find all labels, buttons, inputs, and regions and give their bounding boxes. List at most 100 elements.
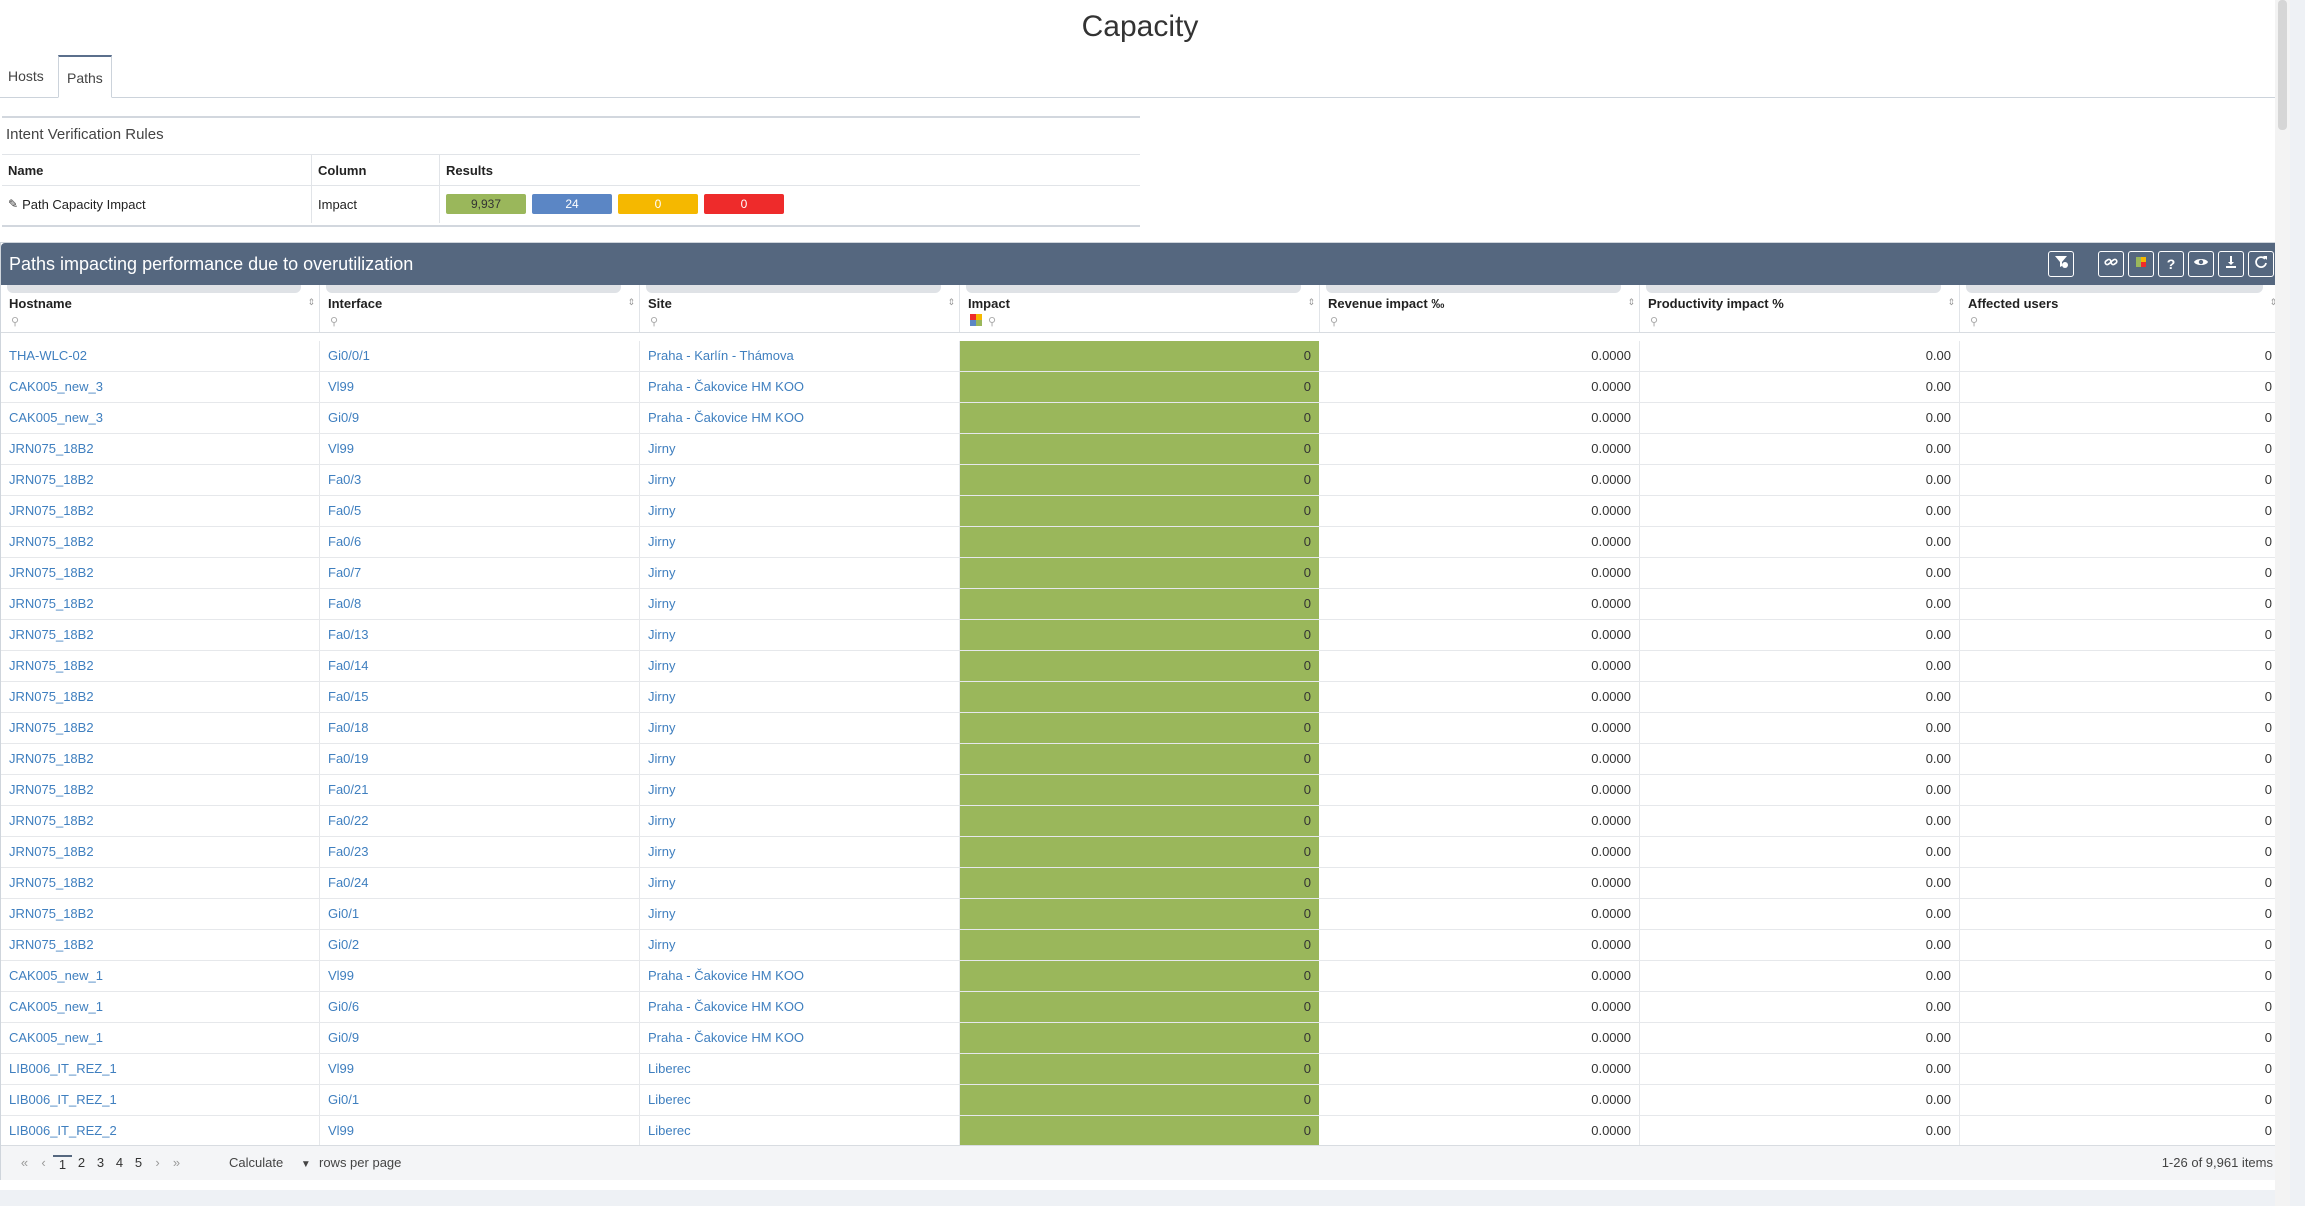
- page-4[interactable]: 4: [110, 1155, 129, 1172]
- filter-interface[interactable]: ⚲: [320, 311, 640, 333]
- cell-site[interactable]: Jirny: [640, 651, 960, 681]
- cell-hostname[interactable]: JRN075_18B2: [1, 806, 320, 836]
- cell-hostname[interactable]: JRN075_18B2: [1, 527, 320, 557]
- table-row[interactable]: JRN075_18B2 Fa0/19 Jirny 0 0.0000 0.00 0: [1, 744, 2281, 775]
- table-row[interactable]: JRN075_18B2 Fa0/21 Jirny 0 0.0000 0.00 0: [1, 775, 2281, 806]
- table-row[interactable]: JRN075_18B2 Fa0/13 Jirny 0 0.0000 0.00 0: [1, 620, 2281, 651]
- cell-hostname[interactable]: JRN075_18B2: [1, 744, 320, 774]
- page-5[interactable]: 5: [129, 1155, 148, 1172]
- cell-hostname[interactable]: LIB006_IT_REZ_2: [1, 1116, 320, 1146]
- cell-site[interactable]: Jirny: [640, 434, 960, 464]
- color-filter-icon[interactable]: [970, 314, 982, 326]
- cell-site[interactable]: Liberec: [640, 1116, 960, 1146]
- cell-interface[interactable]: Gi0/1: [320, 899, 640, 929]
- cell-hostname[interactable]: CAK005_new_1: [1, 992, 320, 1022]
- result-pill-blue[interactable]: 24: [532, 194, 612, 214]
- cell-hostname[interactable]: LIB006_IT_REZ_1: [1, 1085, 320, 1115]
- cell-interface[interactable]: Vl99: [320, 1054, 640, 1084]
- cell-site[interactable]: Jirny: [640, 775, 960, 805]
- cell-hostname[interactable]: CAK005_new_1: [1, 961, 320, 991]
- refresh-icon[interactable]: [2248, 251, 2274, 277]
- table-row[interactable]: JRN075_18B2 Fa0/5 Jirny 0 0.0000 0.00 0: [1, 496, 2281, 527]
- sort-icon[interactable]: ⇕: [947, 297, 955, 308]
- cell-hostname[interactable]: JRN075_18B2: [1, 775, 320, 805]
- cell-interface[interactable]: Gi0/9: [320, 403, 640, 433]
- sort-icon[interactable]: ⇕: [307, 297, 315, 308]
- page-3[interactable]: 3: [91, 1155, 110, 1172]
- ivr-rule-row[interactable]: ✎ Path Capacity Impact Impact 9,937 24 0…: [2, 185, 1140, 223]
- cell-interface[interactable]: Gi0/1: [320, 1085, 640, 1115]
- column-header-impact[interactable]: Impact ⇕: [960, 285, 1320, 311]
- cell-site[interactable]: Praha - Karlín - Thámova: [640, 341, 960, 371]
- cell-interface[interactable]: Vl99: [320, 1116, 640, 1146]
- cell-interface[interactable]: Fa0/3: [320, 465, 640, 495]
- cell-site[interactable]: Jirny: [640, 868, 960, 898]
- eye-icon[interactable]: [2188, 251, 2214, 277]
- cell-hostname[interactable]: CAK005_new_3: [1, 372, 320, 402]
- cell-interface[interactable]: Fa0/23: [320, 837, 640, 867]
- column-header-revenue-impact[interactable]: Revenue impact ‰ ⇕: [1320, 285, 1640, 311]
- cell-site[interactable]: Jirny: [640, 465, 960, 495]
- cell-interface[interactable]: Vl99: [320, 372, 640, 402]
- last-page-icon[interactable]: »: [167, 1155, 186, 1172]
- cell-hostname[interactable]: JRN075_18B2: [1, 465, 320, 495]
- cell-site[interactable]: Praha - Čakovice HM KOO: [640, 372, 960, 402]
- cell-hostname[interactable]: JRN075_18B2: [1, 589, 320, 619]
- cell-interface[interactable]: Fa0/6: [320, 527, 640, 557]
- result-pill-green[interactable]: 9,937: [446, 194, 526, 214]
- cell-site[interactable]: Praha - Čakovice HM KOO: [640, 992, 960, 1022]
- prev-page-icon[interactable]: ‹: [34, 1155, 53, 1172]
- filter-impact[interactable]: ⚲: [960, 311, 1320, 333]
- cell-interface[interactable]: Fa0/24: [320, 868, 640, 898]
- cell-site[interactable]: Jirny: [640, 558, 960, 588]
- cell-interface[interactable]: Fa0/7: [320, 558, 640, 588]
- table-row[interactable]: JRN075_18B2 Gi0/2 Jirny 0 0.0000 0.00 0: [1, 930, 2281, 961]
- cell-site[interactable]: Jirny: [640, 930, 960, 960]
- first-page-icon[interactable]: «: [15, 1155, 34, 1172]
- page-scrollbar[interactable]: [2275, 0, 2290, 1206]
- table-row[interactable]: THA-WLC-02 Gi0/0/1 Praha - Karlín - Thámov…: [1, 341, 2281, 372]
- cell-site[interactable]: Liberec: [640, 1085, 960, 1115]
- cell-hostname[interactable]: JRN075_18B2: [1, 620, 320, 650]
- cell-site[interactable]: Jirny: [640, 589, 960, 619]
- cell-site[interactable]: Jirny: [640, 682, 960, 712]
- cell-hostname[interactable]: CAK005_new_1: [1, 1023, 320, 1053]
- cell-site[interactable]: Jirny: [640, 744, 960, 774]
- cell-hostname[interactable]: JRN075_18B2: [1, 558, 320, 588]
- cell-interface[interactable]: Fa0/8: [320, 589, 640, 619]
- filter-affected-users[interactable]: ⚲: [1960, 311, 2281, 333]
- cell-site[interactable]: Praha - Čakovice HM KOO: [640, 403, 960, 433]
- cell-interface[interactable]: Vl99: [320, 961, 640, 991]
- cell-hostname[interactable]: LIB006_IT_REZ_1: [1, 1054, 320, 1084]
- cell-site[interactable]: Jirny: [640, 806, 960, 836]
- cell-interface[interactable]: Gi0/6: [320, 992, 640, 1022]
- column-header-site[interactable]: Site ⇕: [640, 285, 960, 311]
- cell-hostname[interactable]: JRN075_18B2: [1, 682, 320, 712]
- filter-clear-icon[interactable]: [2048, 251, 2074, 277]
- page-2[interactable]: 2: [72, 1155, 91, 1172]
- cell-site[interactable]: Jirny: [640, 527, 960, 557]
- cell-hostname[interactable]: JRN075_18B2: [1, 434, 320, 464]
- cell-site[interactable]: Jirny: [640, 837, 960, 867]
- table-row[interactable]: CAK005_new_1 Vl99 Praha - Čakovice HM KOO 0…: [1, 961, 2281, 992]
- cell-site[interactable]: Praha - Čakovice HM KOO: [640, 961, 960, 991]
- pencil-icon[interactable]: ✎: [8, 197, 18, 211]
- table-row[interactable]: JRN075_18B2 Fa0/7 Jirny 0 0.0000 0.00 0: [1, 558, 2281, 589]
- cell-interface[interactable]: Fa0/14: [320, 651, 640, 681]
- cell-hostname[interactable]: JRN075_18B2: [1, 899, 320, 929]
- cell-interface[interactable]: Gi0/2: [320, 930, 640, 960]
- sort-icon[interactable]: ⇕: [1627, 297, 1635, 308]
- cell-site[interactable]: Jirny: [640, 899, 960, 929]
- tab-hosts[interactable]: Hosts: [0, 55, 52, 97]
- cell-interface[interactable]: Fa0/5: [320, 496, 640, 526]
- cell-interface[interactable]: Fa0/19: [320, 744, 640, 774]
- cell-interface[interactable]: Fa0/22: [320, 806, 640, 836]
- filter-revenue-impact[interactable]: ⚲: [1320, 311, 1640, 333]
- table-row[interactable]: JRN075_18B2 Fa0/3 Jirny 0 0.0000 0.00 0: [1, 465, 2281, 496]
- cell-hostname[interactable]: JRN075_18B2: [1, 930, 320, 960]
- table-row[interactable]: JRN075_18B2 Fa0/6 Jirny 0 0.0000 0.00 0: [1, 527, 2281, 558]
- sort-icon[interactable]: ⇕: [627, 297, 635, 308]
- cell-site[interactable]: Praha - Čakovice HM KOO: [640, 1023, 960, 1053]
- cell-interface[interactable]: Fa0/13: [320, 620, 640, 650]
- table-row[interactable]: JRN075_18B2 Fa0/24 Jirny 0 0.0000 0.00 0: [1, 868, 2281, 899]
